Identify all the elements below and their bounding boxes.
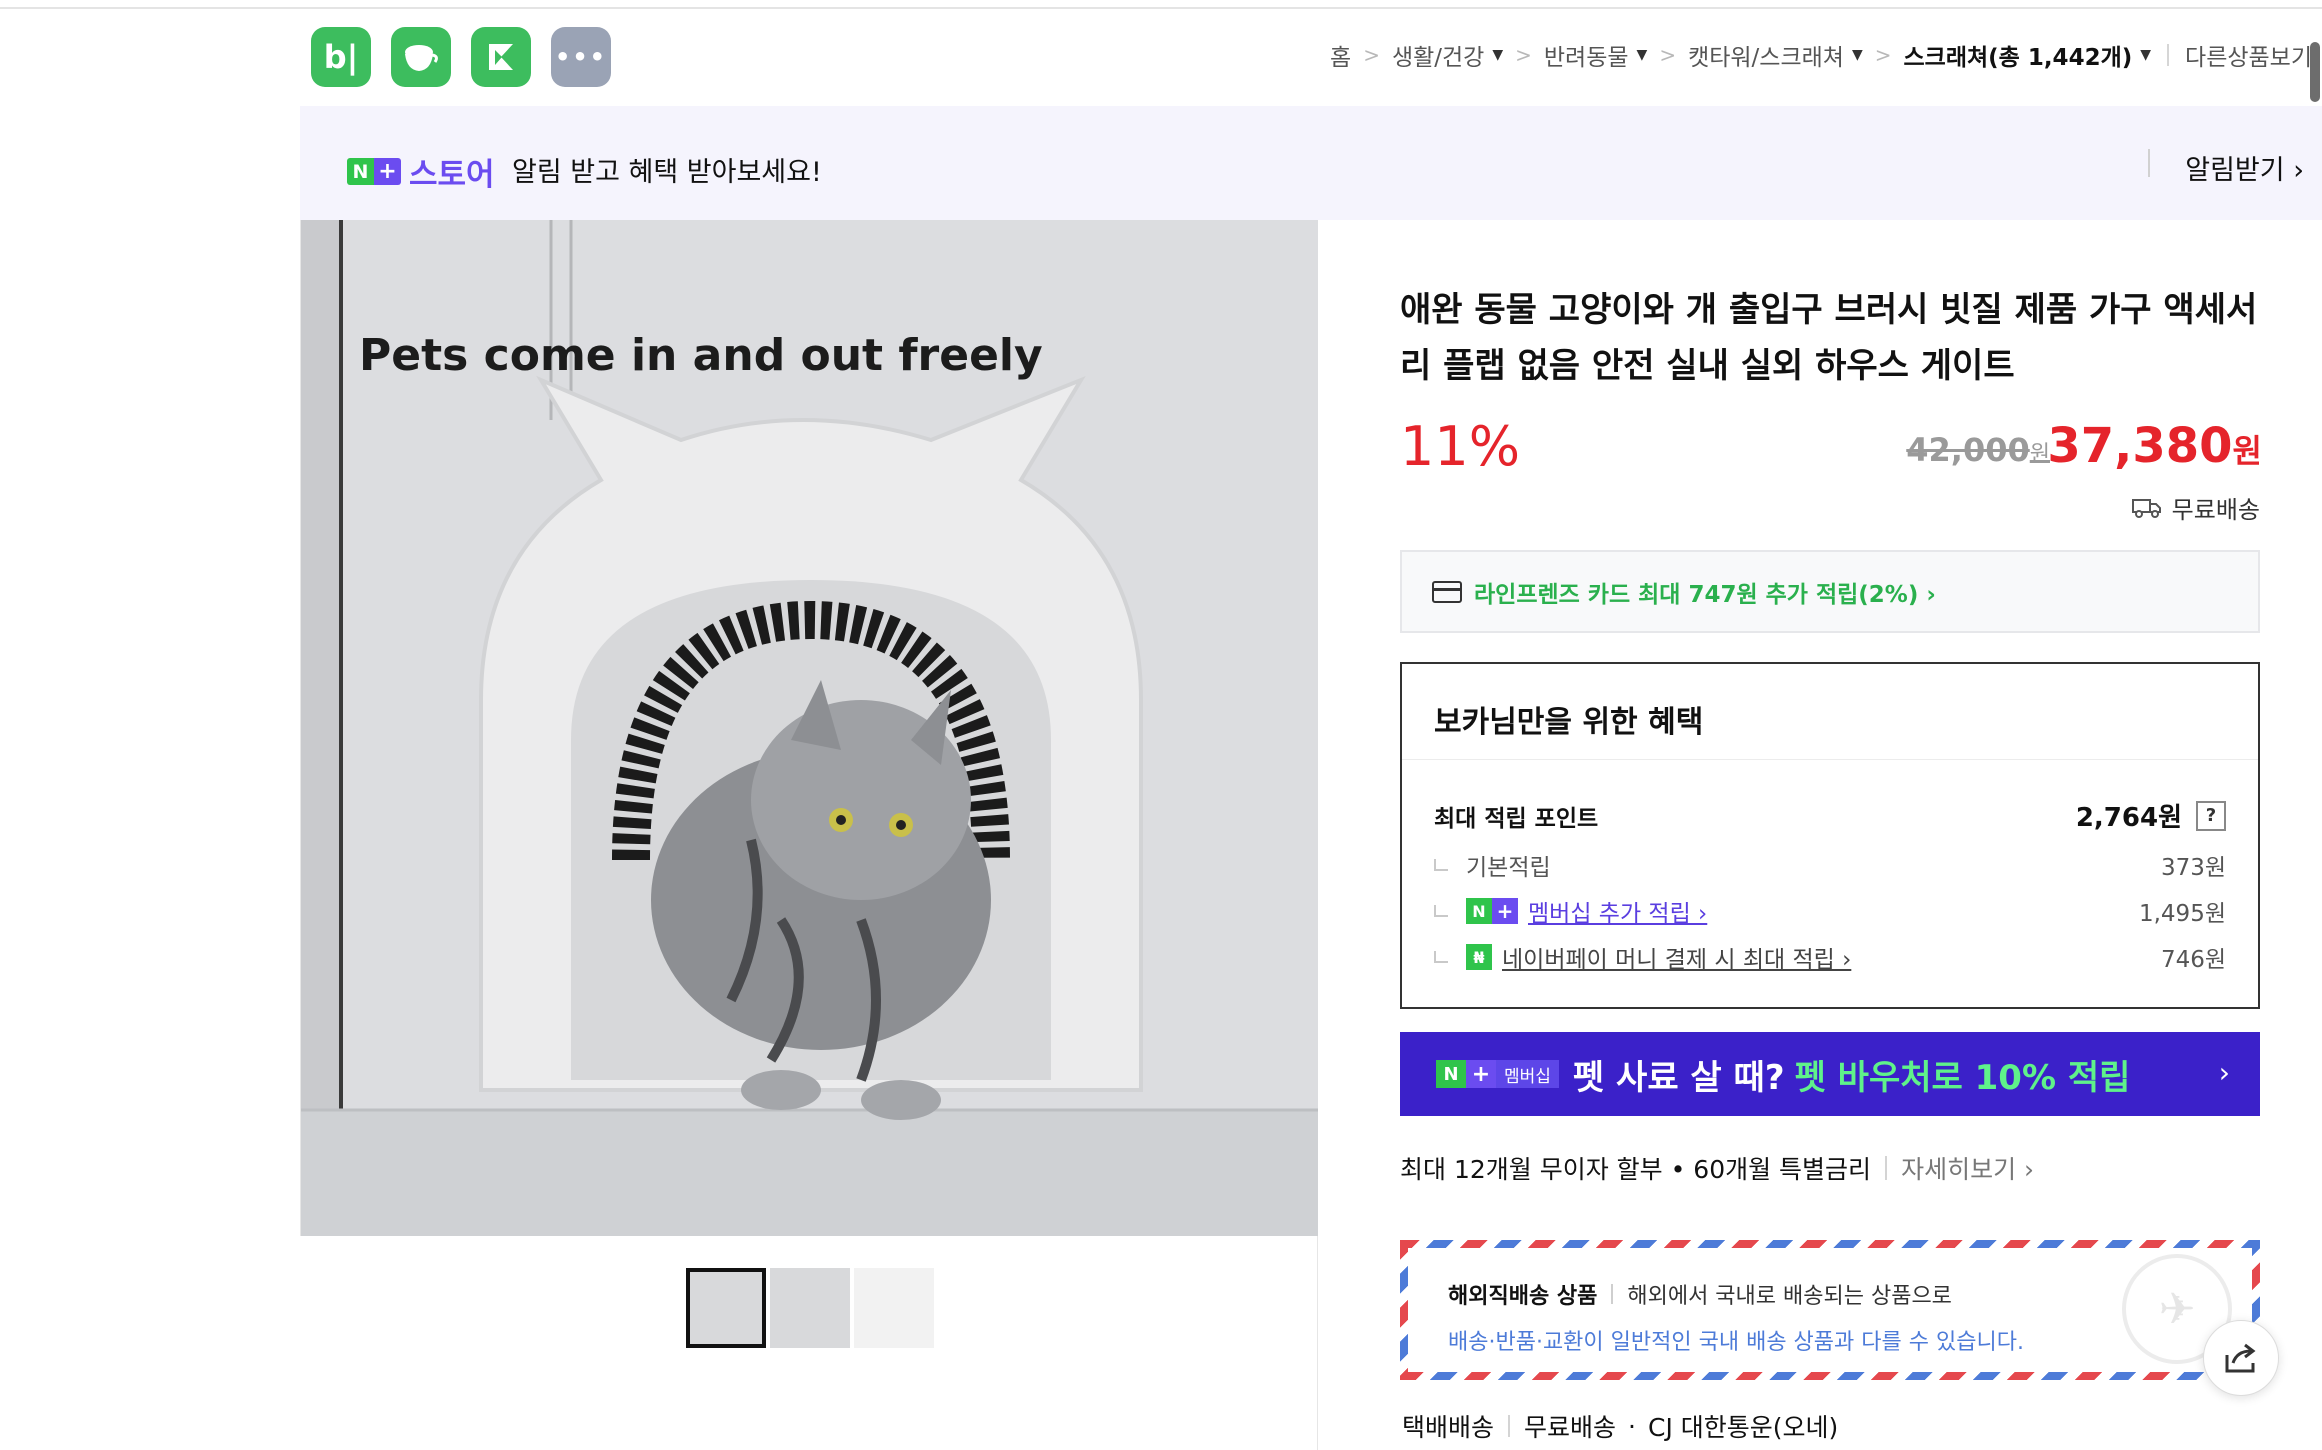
help-icon[interactable]: ?: [2196, 800, 2226, 831]
browser-top-border: [0, 0, 2322, 9]
membership-promo-banner[interactable]: N + 멤버십 펫 사료 살 때? 펫 바우처로 10% 적립 ›: [1400, 1032, 2260, 1116]
naver-plus-store-logo: N + 스토어: [347, 149, 495, 194]
original-price: 42,000원: [1906, 431, 2050, 469]
store-alert-banner: N + 스토어 알림 받고 혜택 받아보세요! 알림받기 ›: [300, 106, 2322, 220]
credit-card-icon: [1432, 580, 1462, 603]
other-products-link[interactable]: 다른상품보기: [2185, 38, 2312, 72]
max-points-value: 2,764원?: [2076, 797, 2226, 834]
caret-down-icon[interactable]: ▼: [1852, 47, 1863, 63]
max-points-row: 최대 적립 포인트 2,764원?: [1434, 797, 2226, 834]
thumbnail-2[interactable]: [770, 1268, 850, 1348]
n-badge: N: [347, 158, 374, 185]
sale-price-unit: 원: [2232, 432, 2262, 470]
installment-info: 최대 12개월 무이자 할부 • 60개월 특별금리 자세히보기 ›: [1400, 1150, 2034, 1186]
app-shortcuts: b| •••: [311, 27, 611, 87]
chevron-right-icon: ›: [2218, 1056, 2230, 1089]
naver-plus-badge: N +: [1466, 898, 1518, 924]
membership-promo-accent: 펫 바우처로 10% 적립: [1794, 1057, 2131, 1098]
cafe-app-icon[interactable]: [391, 27, 451, 87]
more-glyph: •••: [554, 43, 608, 71]
thumbnail-list: [686, 1268, 934, 1348]
divider: [2167, 44, 2170, 66]
max-points-amount: 2,764원: [2075, 803, 2182, 833]
delivery-carrier: CJ 대한통운(오네): [1647, 1413, 1839, 1442]
thumbnail-1[interactable]: [686, 1268, 766, 1348]
card-offer-banner[interactable]: 라인프렌즈 카드 최대 747원 추가 적립(2%) ›: [1400, 550, 2260, 633]
caret-down-icon[interactable]: ▼: [2140, 47, 2151, 63]
tree-branch-icon: [1434, 951, 1448, 963]
membership-badge: N + 멤버십: [1436, 1060, 1559, 1088]
blog-glyph: b|: [323, 38, 359, 76]
pay-points-value: 746원: [2160, 947, 2226, 973]
membership-points-row: N + 멤버십 추가 적립 › 1,495원: [1434, 894, 2226, 928]
overseas-notice-inner: 해외직배송 상품 해외에서 국내로 배송되는 상품으로 배송·반품·교환이 일반…: [1408, 1248, 2252, 1372]
delivery-method: 택배배송: [1402, 1413, 1495, 1442]
image-caption: Pets come in and out freely: [359, 330, 1043, 381]
bookmark-app-icon[interactable]: [471, 27, 531, 87]
product-title: 애완 동물 고양이와 개 출입구 브러시 빗질 제품 가구 액세서리 플랩 없음…: [1400, 290, 2258, 386]
card-offer-text: 라인프렌즈 카드 최대 747원 추가 적립(2%) ›: [1474, 581, 1936, 608]
breadcrumb-separator-icon: >: [1659, 43, 1677, 67]
dot-separator: ·: [1628, 1411, 1636, 1441]
caret-down-icon[interactable]: ▼: [1492, 47, 1503, 63]
membership-promo-text: 펫 사료 살 때?: [1572, 1057, 1785, 1098]
store-alert-message: 알림 받고 혜택 받아보세요!: [512, 157, 822, 188]
breadcrumb-separator-icon: >: [1363, 43, 1380, 67]
discount-rate: 11%: [1400, 415, 1521, 478]
basic-points-row: 기본적립 373원: [1434, 848, 2226, 882]
installment-text: 최대 12개월 무이자 할부 • 60개월 특별금리: [1400, 1155, 1872, 1184]
scrollbar-thumb[interactable]: [2310, 42, 2320, 102]
membership-points-link[interactable]: 멤버십 추가 적립 ›: [1528, 894, 1707, 928]
sale-price-value: 37,380: [2047, 418, 2233, 474]
membership-points-value: 1,495원: [2138, 901, 2226, 927]
breadcrumb-current[interactable]: 스크래쳐(총 1,442개): [1904, 38, 2133, 72]
free-shipping: 무료배송: [2131, 490, 2260, 525]
delivery-info: 택배배송 무료배송 · CJ 대한통운(오네): [1402, 1408, 1838, 1444]
store-word: 스토어: [409, 157, 495, 193]
divider: [2148, 149, 2150, 177]
subscribe-alert-button[interactable]: 알림받기 ›: [2185, 148, 2304, 187]
divider: [1885, 1156, 1888, 1180]
caret-down-icon[interactable]: ▼: [1637, 47, 1648, 63]
overseas-title: 해외직배송 상품: [1448, 1284, 1598, 1309]
basic-points-label: 기본적립: [1466, 855, 1551, 881]
divider: [1508, 1415, 1511, 1437]
flag-icon: [489, 44, 513, 70]
product-main-image[interactable]: Pets come in and out freely: [300, 220, 1318, 1236]
tree-branch-icon: [1434, 859, 1448, 871]
cup-icon: [405, 45, 438, 71]
breadcrumb: 홈 > 생활/건강 ▼ > 반려동물 ▼ > 캣타워/스크래쳐 ▼ > 스크래쳐(총 …: [1330, 38, 2312, 72]
divider: [1611, 1284, 1614, 1304]
naver-pay-points-link[interactable]: 네이버페이 머니 결제 시 최대 적립 ›: [1502, 940, 1851, 974]
installment-details-link[interactable]: 자세히보기 ›: [1901, 1150, 2034, 1186]
breadcrumb-item-pets[interactable]: 반려동물: [1544, 38, 1629, 72]
blog-app-icon[interactable]: b|: [311, 27, 371, 87]
basic-points-value: 373원: [2160, 855, 2226, 881]
share-button[interactable]: [2203, 1320, 2279, 1396]
overseas-shipping-notice: 해외직배송 상품 해외에서 국내로 배송되는 상품으로 배송·반품·교환이 일반…: [1400, 1240, 2260, 1380]
breadcrumb-home[interactable]: 홈: [1330, 38, 1351, 72]
breadcrumb-separator-icon: >: [1515, 43, 1532, 67]
more-apps-icon[interactable]: •••: [551, 27, 611, 87]
share-icon: [2225, 1343, 2256, 1373]
benefit-box: 보카님만을 위한 혜택 최대 적립 포인트 2,764원? 기본적립 373원 …: [1400, 662, 2260, 1009]
naver-pay-icon: ₦: [1466, 944, 1492, 970]
membership-badge-label: 멤버십: [1496, 1060, 1559, 1088]
tree-branch-icon: [1434, 905, 1448, 917]
breadcrumb-item-cattower[interactable]: 캣타워/스크래쳐: [1688, 38, 1844, 72]
plus-badge: +: [374, 158, 401, 185]
breadcrumb-item-category[interactable]: 생활/건강: [1392, 38, 1484, 72]
free-shipping-label: 무료배송: [2171, 496, 2260, 524]
overseas-desc: 해외에서 국내로 배송되는 상품으로: [1627, 1284, 1952, 1309]
benefit-title: 보카님만을 위한 혜택: [1402, 664, 2258, 760]
truck-icon: [2131, 498, 2161, 518]
thumbnail-3[interactable]: [854, 1268, 934, 1348]
original-price-value: 42,000: [1906, 431, 2030, 469]
max-points-label: 최대 적립 포인트: [1434, 805, 1599, 832]
delivery-fee: 무료배송: [1524, 1413, 1617, 1442]
pay-points-row: ₦ 네이버페이 머니 결제 시 최대 적립 › 746원: [1434, 940, 2226, 974]
sale-price: 37,380원: [2047, 418, 2262, 474]
breadcrumb-separator-icon: >: [1874, 43, 1892, 67]
